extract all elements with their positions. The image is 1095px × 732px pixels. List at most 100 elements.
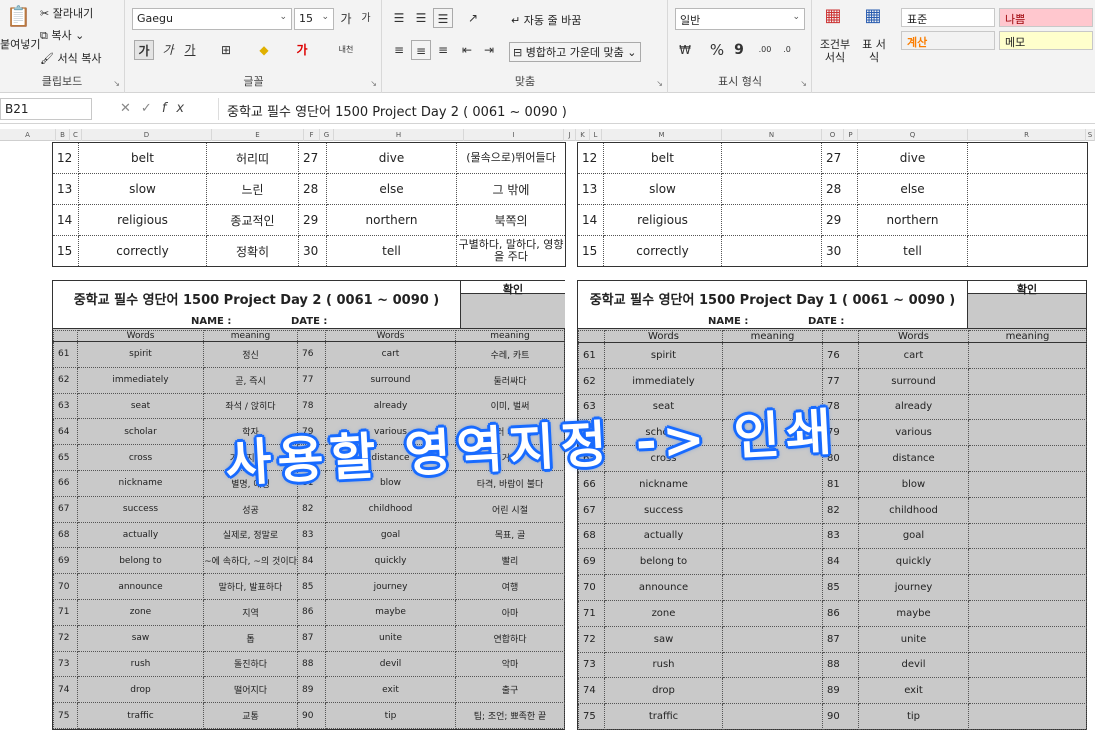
orientation-icon[interactable]: ↗ bbox=[463, 8, 483, 28]
cell[interactable] bbox=[721, 173, 822, 205]
cell[interactable]: 12 bbox=[52, 142, 79, 174]
col-header[interactable]: E bbox=[212, 129, 304, 141]
cell[interactable] bbox=[53, 330, 78, 342]
launcher-icon[interactable]: ↘ bbox=[370, 79, 377, 88]
cell[interactable]: 69 bbox=[578, 548, 605, 576]
italic-button[interactable]: 가 bbox=[158, 40, 178, 60]
col-header[interactable]: C bbox=[70, 129, 82, 141]
cell[interactable]: 61 bbox=[53, 341, 78, 368]
cell[interactable]: 84 bbox=[822, 548, 859, 576]
cell[interactable] bbox=[968, 703, 1087, 730]
cell[interactable]: maybe bbox=[325, 598, 456, 626]
cell[interactable]: 82 bbox=[297, 495, 326, 523]
col-header[interactable]: H bbox=[334, 129, 464, 141]
confirm-box[interactable]: 확인 bbox=[968, 281, 1086, 329]
cell[interactable] bbox=[721, 235, 822, 267]
cell[interactable]: 느린 bbox=[206, 173, 299, 205]
cell[interactable]: 28 bbox=[298, 173, 327, 205]
bold-button[interactable]: 가 bbox=[134, 40, 154, 60]
font-color-icon[interactable]: 가 bbox=[292, 40, 312, 60]
cell[interactable]: correctly bbox=[603, 235, 722, 267]
cell[interactable]: 72 bbox=[578, 625, 605, 653]
cell[interactable]: 13 bbox=[52, 173, 79, 205]
cell[interactable]: 75 bbox=[53, 702, 78, 729]
cell[interactable]: quickly bbox=[858, 548, 969, 576]
cell[interactable]: 89 bbox=[822, 677, 859, 705]
cell[interactable]: Words bbox=[858, 330, 969, 343]
cell[interactable] bbox=[968, 342, 1087, 369]
cell[interactable]: 74 bbox=[53, 676, 78, 704]
col-header[interactable]: J bbox=[564, 129, 576, 141]
col-header[interactable]: M bbox=[602, 129, 722, 141]
cell[interactable]: cart bbox=[858, 342, 969, 369]
cell[interactable]: 87 bbox=[297, 624, 326, 652]
cell[interactable] bbox=[968, 677, 1087, 705]
style-bad[interactable]: 나쁨 bbox=[999, 8, 1093, 27]
cell[interactable]: immediately bbox=[604, 367, 723, 395]
cell[interactable]: drop bbox=[604, 677, 723, 705]
cell[interactable]: tell bbox=[857, 235, 968, 267]
cell[interactable]: announce bbox=[604, 574, 723, 601]
cell[interactable]: 70 bbox=[578, 574, 605, 601]
cell[interactable]: 76 bbox=[297, 341, 326, 368]
table-format-button[interactable]: 표 서식 bbox=[859, 38, 889, 64]
col-header[interactable]: P bbox=[844, 129, 858, 141]
cell[interactable]: 71 bbox=[578, 599, 605, 627]
cell[interactable]: 그 밖에 bbox=[456, 173, 566, 205]
cell[interactable]: 29 bbox=[821, 204, 858, 236]
launcher-icon[interactable]: ↘ bbox=[656, 79, 663, 88]
cell[interactable]: tell bbox=[326, 235, 457, 267]
fx-icon[interactable]: fx bbox=[162, 101, 194, 116]
cell[interactable]: seat bbox=[77, 392, 204, 420]
cell[interactable] bbox=[722, 599, 823, 627]
cell[interactable] bbox=[722, 651, 823, 679]
cell[interactable]: unite bbox=[325, 624, 456, 652]
sheet-title-box[interactable]: 중학교 필수 영단어 1500 Project Day 1 ( 0061 ~ 0… bbox=[578, 281, 968, 329]
cell[interactable]: belt bbox=[78, 142, 207, 174]
cut-button[interactable]: ✂ 잘라내기 bbox=[40, 5, 93, 21]
copy-button[interactable]: ⧉ 복사 ⌄ bbox=[40, 27, 84, 43]
cell[interactable]: nickname bbox=[604, 470, 723, 498]
increase-decimal-icon[interactable]: .00 bbox=[755, 40, 775, 60]
cell[interactable]: rush bbox=[77, 650, 204, 678]
cell[interactable]: 90 bbox=[297, 702, 326, 729]
fill-color-icon[interactable]: ◆ bbox=[254, 40, 274, 60]
cell[interactable] bbox=[967, 204, 1088, 236]
cell[interactable]: 연합하다 bbox=[455, 624, 565, 652]
cell[interactable]: success bbox=[604, 496, 723, 524]
comma-button[interactable]: 9 bbox=[729, 40, 749, 60]
cell[interactable]: dive bbox=[857, 142, 968, 174]
cell[interactable]: 83 bbox=[822, 522, 859, 550]
cell[interactable]: 15 bbox=[52, 235, 79, 267]
indent-increase-icon[interactable]: ⇥ bbox=[479, 40, 499, 60]
cell[interactable]: 87 bbox=[822, 625, 859, 653]
align-top-icon[interactable]: ☰ bbox=[389, 8, 409, 28]
cell[interactable]: 65 bbox=[53, 444, 78, 471]
cell[interactable] bbox=[967, 142, 1088, 174]
cell[interactable]: 성공 bbox=[203, 495, 298, 523]
cell[interactable]: 66 bbox=[53, 469, 78, 497]
cell[interactable]: 빨리 bbox=[455, 547, 565, 575]
cell[interactable] bbox=[968, 496, 1087, 524]
cell[interactable]: 68 bbox=[578, 522, 605, 550]
col-header[interactable]: F bbox=[304, 129, 320, 141]
cell[interactable]: 허리띠 bbox=[206, 142, 299, 174]
cell[interactable] bbox=[968, 393, 1087, 421]
cell[interactable]: belong to bbox=[77, 547, 204, 575]
cell[interactable] bbox=[968, 574, 1087, 601]
cell[interactable]: slow bbox=[603, 173, 722, 205]
cell[interactable]: journey bbox=[858, 574, 969, 601]
cell[interactable]: 여행 bbox=[455, 573, 565, 600]
cell[interactable]: 73 bbox=[53, 650, 78, 678]
cell[interactable] bbox=[297, 330, 326, 342]
style-note[interactable]: 메모 bbox=[999, 31, 1093, 50]
cell[interactable]: 78 bbox=[297, 392, 326, 420]
cell[interactable]: 13 bbox=[577, 173, 604, 205]
cell[interactable]: 63 bbox=[53, 392, 78, 420]
col-header[interactable]: N bbox=[722, 129, 822, 141]
font-size-select[interactable]: 15 ⌄ bbox=[294, 8, 334, 30]
style-normal[interactable]: 표준 bbox=[901, 8, 995, 27]
cell[interactable]: actually bbox=[604, 522, 723, 550]
cell[interactable] bbox=[967, 235, 1088, 267]
cell[interactable]: 아마 bbox=[455, 598, 565, 626]
